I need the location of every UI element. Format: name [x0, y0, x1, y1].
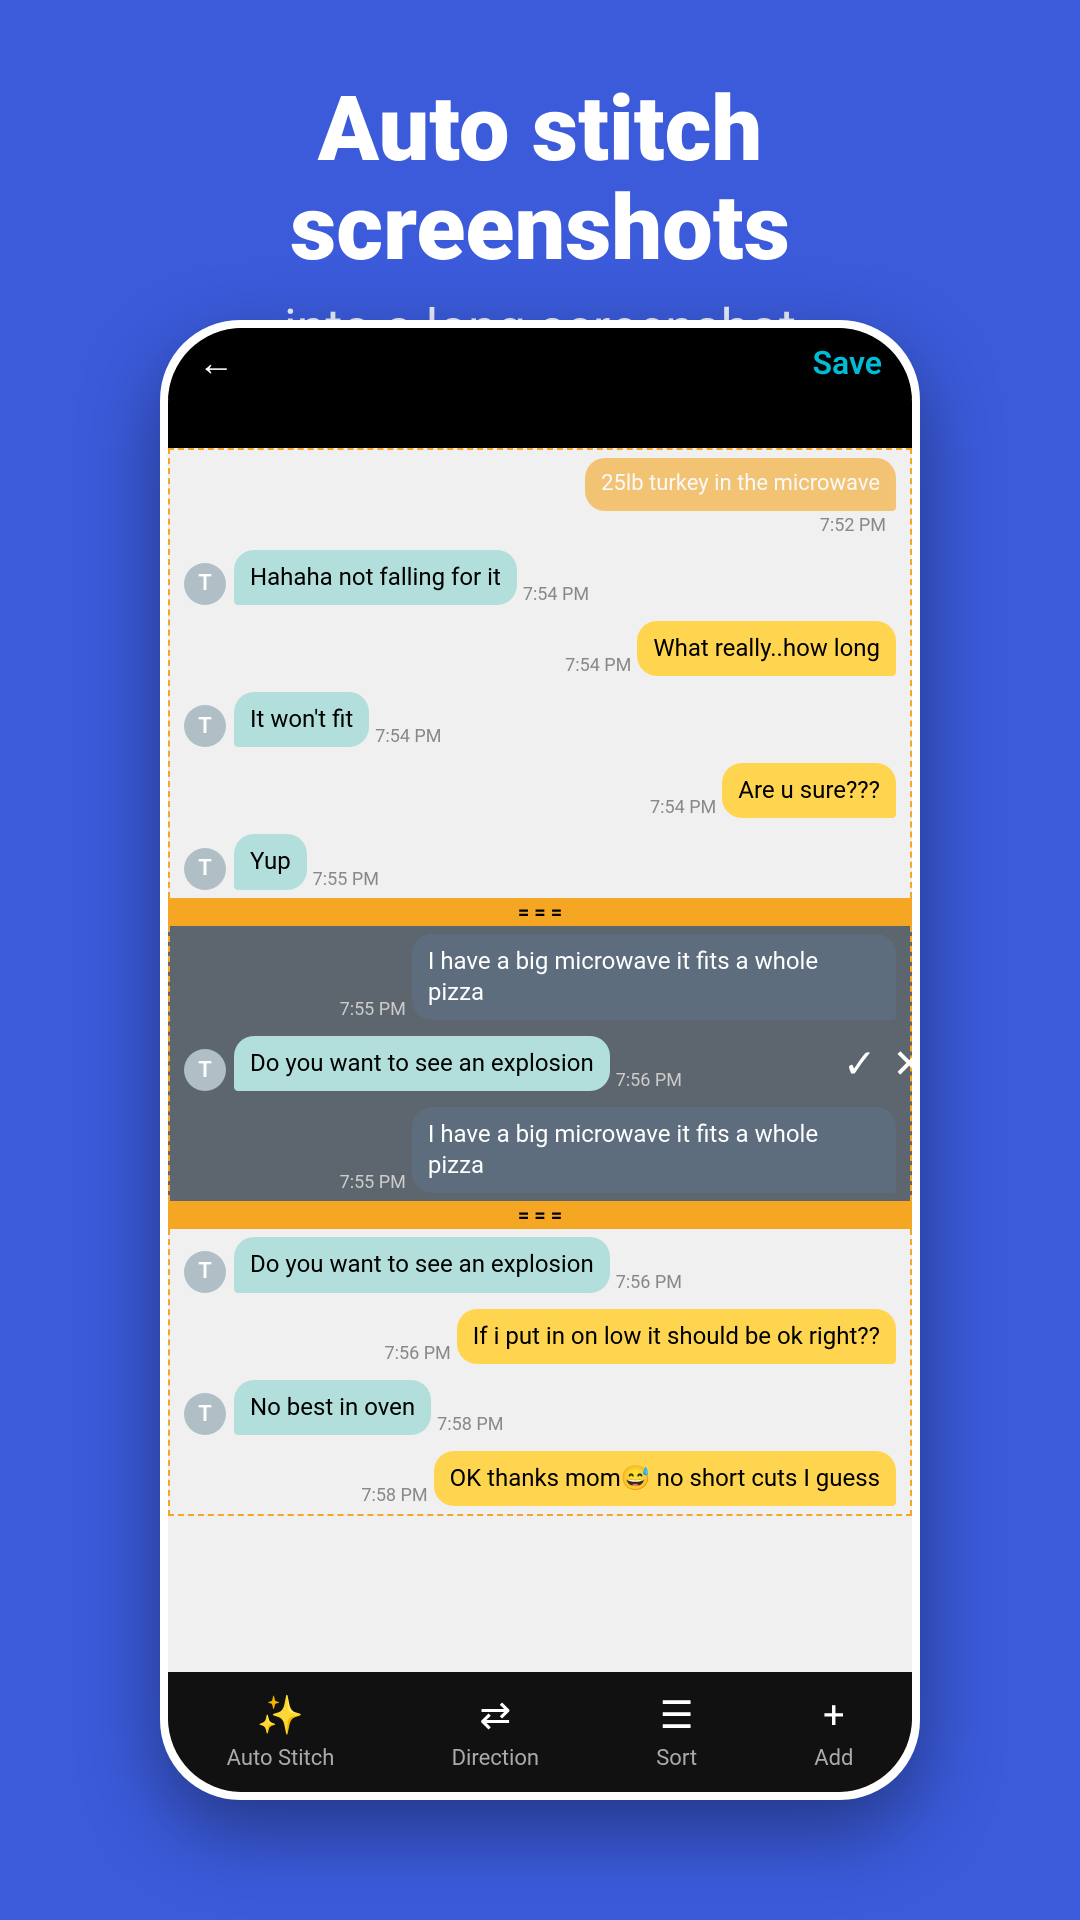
timestamp: 7:54 PM — [375, 726, 441, 747]
phone-container: ← Save 25lb turkey in the microwave 7:52… — [160, 320, 920, 1800]
bubble: OK thanks mom😅 no short cuts I guess — [434, 1451, 896, 1506]
msg-row-sent: 7:58 PM OK thanks mom😅 no short cuts I g… — [184, 1451, 896, 1506]
msg-row-received: T It won't fit 7:54 PM — [184, 692, 896, 747]
toolbar-add[interactable]: + Add — [814, 1694, 853, 1771]
msg-block: 7:54 PM Are u sure??? — [170, 755, 910, 826]
msg-row-received: T Do you want to see an explosion 7:56 P… — [184, 1237, 896, 1292]
msg-block: T Hahaha not falling for it 7:54 PM — [170, 542, 910, 613]
top-bar: ← Save — [168, 328, 912, 398]
msg-block: 7:54 PM What really..how long — [170, 613, 910, 684]
msg-row-received: T Yup 7:55 PM — [184, 834, 896, 889]
msg-row-received: T Hahaha not falling for it 7:54 PM — [184, 550, 896, 605]
bubble: Are u sure??? — [722, 763, 896, 818]
avatar: T — [184, 1251, 226, 1293]
msg-block: T Do you want to see an explosion 7:56 P… — [170, 1028, 910, 1099]
cross-icon[interactable]: ✕ — [892, 1040, 912, 1087]
timestamp: 7:58 PM — [437, 1414, 503, 1435]
bubble: No best in oven — [234, 1380, 431, 1435]
bubble: Yup — [234, 834, 307, 889]
bubble: I have a big microwave it fits a whole p… — [412, 1107, 896, 1193]
bubble: 25lb turkey in the microwave — [585, 458, 896, 511]
screenshot-2: T Do you want to see an explosion 7:56 P… — [168, 1229, 912, 1516]
add-icon: + — [823, 1694, 845, 1738]
direction-label: Direction — [452, 1746, 539, 1771]
bubble: Hahaha not falling for it — [234, 550, 517, 605]
bubble: I have a big microwave it fits a whole p… — [412, 934, 896, 1020]
bubble: What really..how long — [637, 621, 896, 676]
auto-stitch-label: Auto Stitch — [227, 1746, 335, 1771]
auto-stitch-icon: ✨ — [257, 1694, 304, 1738]
timestamp: 7:55 PM — [340, 1172, 406, 1193]
direction-icon: ⇄ — [479, 1693, 511, 1738]
timestamp: 7:54 PM — [565, 655, 631, 676]
timestamp: 7:54 PM — [650, 797, 716, 818]
msg-block: T Yup 7:55 PM — [170, 826, 910, 897]
main-title: Auto stitch screenshots — [60, 80, 1020, 278]
msg-block: 7:55 PM I have a big microwave it fits a… — [170, 1099, 910, 1201]
bubble: It won't fit — [234, 692, 369, 747]
msg-row-sent: 7:54 PM What really..how long — [184, 621, 896, 676]
msg-block: 7:56 PM If i put in on low it should be … — [170, 1301, 910, 1372]
timestamp: 7:56 PM — [616, 1272, 682, 1293]
msg-block: 7:58 PM OK thanks mom😅 no short cuts I g… — [170, 1443, 910, 1514]
avatar: T — [184, 563, 226, 605]
toolbar-direction[interactable]: ⇄ Direction — [452, 1693, 539, 1771]
avatar: T — [184, 1049, 226, 1091]
bubble: Do you want to see an explosion — [234, 1237, 610, 1292]
phone-inner: ← Save 25lb turkey in the microwave 7:52… — [168, 328, 912, 1792]
timestamp: 7:55 PM — [313, 869, 379, 890]
msg-block: T No best in oven 7:58 PM — [170, 1372, 910, 1443]
chat-area: 25lb turkey in the microwave 7:52 PM T H… — [168, 448, 912, 1672]
avatar: T — [184, 1393, 226, 1435]
msg-block: T It won't fit 7:54 PM — [170, 684, 910, 755]
add-label: Add — [814, 1746, 853, 1771]
avatar: T — [184, 705, 226, 747]
sort-label: Sort — [656, 1746, 697, 1771]
msg-row-received: T Do you want to see an explosion 7:56 P… — [184, 1036, 896, 1091]
toolbar-auto-stitch[interactable]: ✨ Auto Stitch — [227, 1694, 335, 1771]
bottom-toolbar: ✨ Auto Stitch ⇄ Direction ☰ Sort + Add — [168, 1672, 912, 1792]
timestamp: 7:58 PM — [361, 1485, 427, 1506]
msg-row-received: T No best in oven 7:58 PM — [184, 1380, 896, 1435]
save-button[interactable]: Save — [812, 344, 882, 382]
sort-icon: ☰ — [660, 1693, 694, 1738]
msg-row-sent: 25lb turkey in the microwave — [184, 458, 896, 511]
overlap-section: 7:55 PM I have a big microwave it fits a… — [168, 926, 912, 1202]
msg-row-sent: 7:54 PM Are u sure??? — [184, 763, 896, 818]
timestamp: 7:56 PM — [385, 1343, 451, 1364]
back-arrow-icon[interactable]: ← — [198, 342, 234, 384]
msg-block: T Do you want to see an explosion 7:56 P… — [170, 1229, 910, 1300]
phone-frame: ← Save 25lb turkey in the microwave 7:52… — [160, 320, 920, 1800]
msg-block: 7:55 PM I have a big microwave it fits a… — [170, 926, 910, 1028]
timestamp: 7:56 PM — [616, 1070, 682, 1091]
msg-block: 25lb turkey in the microwave 7:52 PM — [170, 450, 910, 542]
msg-row-sent: 7:55 PM I have a big microwave it fits a… — [184, 1107, 896, 1193]
bubble: Do you want to see an explosion — [234, 1036, 610, 1091]
timestamp: 7:55 PM — [340, 999, 406, 1020]
avatar: T — [184, 848, 226, 890]
bubble: If i put in on low it should be ok right… — [457, 1309, 896, 1364]
toolbar-sort[interactable]: ☰ Sort — [656, 1693, 697, 1771]
msg-row-sent: 7:56 PM If i put in on low it should be … — [184, 1309, 896, 1364]
timestamp: 7:52 PM — [184, 515, 896, 536]
stitch-marker-2: = = = — [168, 1201, 912, 1229]
msg-row-sent: 7:55 PM I have a big microwave it fits a… — [184, 934, 896, 1020]
stitch-marker-1: = = = — [168, 898, 912, 926]
check-cross-overlay: ✓ ✕ — [843, 1040, 912, 1087]
check-icon[interactable]: ✓ — [843, 1040, 877, 1087]
timestamp: 7:54 PM — [523, 584, 589, 605]
screenshot-1: 25lb turkey in the microwave 7:52 PM T H… — [168, 448, 912, 898]
